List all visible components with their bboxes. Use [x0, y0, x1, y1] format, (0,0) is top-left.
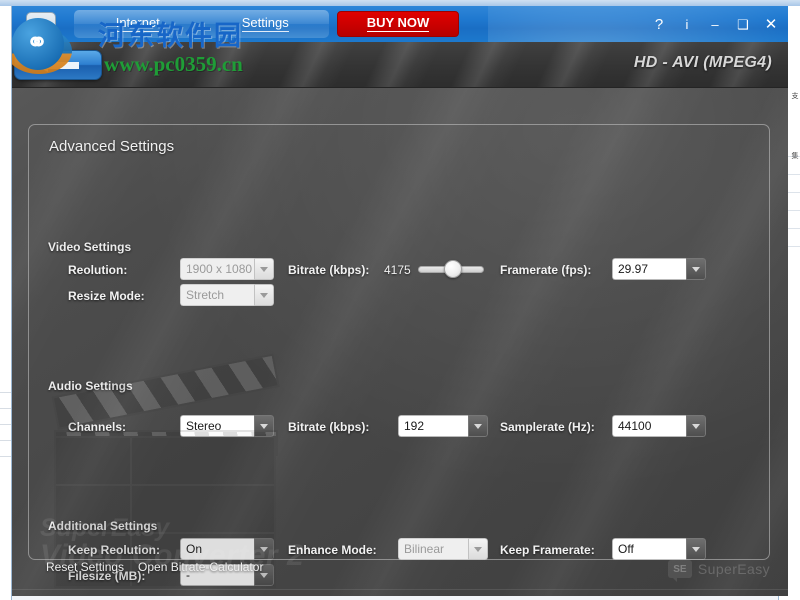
buy-now-label: BUY NOW [366, 15, 430, 32]
superEasy-mark-icon: SE [667, 560, 692, 582]
minimize-icon[interactable]: – [706, 13, 724, 35]
tab-internet[interactable]: Internet [74, 10, 202, 38]
screenshot-root: 0n 支 集 Internet Settings BUY NOW [0, 0, 800, 600]
background-left-lines [0, 16, 11, 576]
open-bitrate-calculator-link[interactable]: Open Bitrate-Calculator [138, 560, 263, 574]
close-icon[interactable]: ✕ [762, 13, 780, 35]
background-right-text-1: 支 [791, 92, 799, 99]
superEasy-logo-icon: SE [26, 12, 56, 38]
superEasy-footer-logo: SE SuperEasy [667, 560, 770, 582]
help-icon[interactable]: ? [650, 13, 668, 35]
tab-settings-label: Settings [241, 15, 289, 32]
output-format-label: HD - AVI (MPEG4) [633, 54, 772, 71]
reset-settings-link[interactable]: Reset Settings [46, 560, 124, 574]
background-right-text-2: 集 [791, 152, 799, 159]
page-title: Advanced Settings [49, 138, 175, 155]
back-arrow-icon [35, 57, 81, 73]
back-button[interactable] [14, 50, 102, 80]
tab-internet-label: Internet [115, 15, 160, 32]
content-body: © SUPEREASY GMBH & CO. KG ALL RIGHTS RES… [12, 88, 788, 596]
buy-now-button[interactable]: BUY NOW [337, 11, 459, 37]
window-controls: ? i – ❑ ✕ [650, 6, 780, 42]
info-icon[interactable]: i [678, 13, 696, 35]
tab-strip: Internet Settings [74, 10, 329, 38]
advanced-settings-panel: Advanced Settings [28, 124, 770, 560]
title-bar: Internet Settings BUY NOW ? i – ❑ ✕ [12, 6, 788, 42]
footer-links: Reset Settings Open Bitrate-Calculator [46, 560, 263, 574]
superEasy-wordmark: SuperEasy [697, 561, 770, 577]
tab-settings[interactable]: Settings [202, 10, 330, 38]
background-left-strip [0, 6, 12, 600]
maximize-icon[interactable]: ❑ [734, 13, 752, 35]
footer-divider [12, 589, 788, 590]
application-window: Internet Settings BUY NOW ? i – ❑ ✕ HD -… [12, 6, 788, 596]
app-header: HD - AVI (MPEG4) [12, 42, 788, 88]
